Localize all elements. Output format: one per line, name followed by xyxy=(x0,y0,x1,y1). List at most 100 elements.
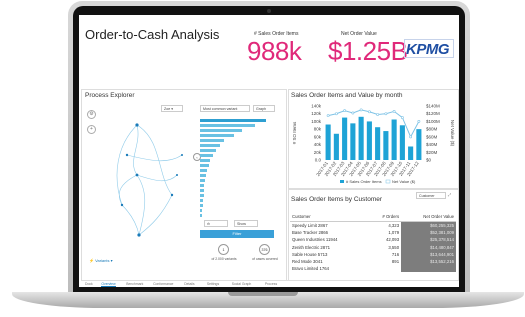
variant-bar[interactable] xyxy=(200,199,203,202)
settings-icon[interactable]: ⚙ xyxy=(87,110,96,119)
y-tick-label: 0.0 xyxy=(315,158,322,163)
value-cell xyxy=(401,265,456,273)
y2-tick-label: $100M xyxy=(426,119,440,124)
bar xyxy=(391,119,397,160)
table-row[interactable]: Red Mode 3041 891 $13,552,216 xyxy=(290,257,456,266)
line-point xyxy=(351,111,355,115)
y2-tick-label: $140M xyxy=(426,104,440,109)
variant-bar[interactable] xyxy=(200,189,204,192)
y2-tick-label: $40M xyxy=(426,142,438,147)
dashboard-screen: Order-to-Cash Analysis # Sales Order Ite… xyxy=(79,15,459,287)
tab-dock[interactable]: Dock xyxy=(85,282,93,286)
line-point xyxy=(367,110,371,114)
orders-cell: 4,323 xyxy=(388,223,400,229)
customer-cell: Bravo Limited 1764 xyxy=(292,266,330,272)
value-cell: $25,378,514 xyxy=(401,236,456,244)
graph-select[interactable]: Graph xyxy=(253,105,275,112)
bar xyxy=(325,124,331,160)
tab-overview[interactable]: Overview xyxy=(101,282,116,287)
variant-bar[interactable] xyxy=(200,129,242,132)
variant-bar[interactable] xyxy=(200,184,205,187)
line-point xyxy=(417,120,421,123)
sheet-tabs: Dock Overview Benchmark Conformance Details S… xyxy=(81,280,457,287)
kpmg-logo: KPMG xyxy=(406,41,450,58)
variants-link[interactable]: ⚡ Variants ▾ xyxy=(89,258,113,263)
value-cell: $14,480,847 xyxy=(401,243,456,251)
variant-bar[interactable] xyxy=(200,144,221,147)
column-header-value[interactable]: Net Order Value xyxy=(401,212,456,222)
variant-bar[interactable] xyxy=(200,124,255,127)
customer-filter-select[interactable]: Customer xyxy=(416,192,446,199)
series-line xyxy=(328,109,420,139)
show-button[interactable]: Show xyxy=(234,220,258,227)
bar xyxy=(383,131,389,160)
process-graph[interactable] xyxy=(107,115,197,255)
column-header-orders[interactable]: # Orders xyxy=(368,212,402,222)
tab-settings[interactable]: Settings xyxy=(207,282,219,286)
table-row[interactable]: Bravo Limited 1764 xyxy=(290,265,456,273)
variant-bar[interactable] xyxy=(200,209,203,212)
variant-bar[interactable] xyxy=(200,214,203,217)
customer-cell: Red Mode 3041 xyxy=(292,259,323,265)
customer-table-title: Sales Order Items by Customer xyxy=(291,196,383,203)
orders-cell: 1,079 xyxy=(388,230,400,236)
line-point xyxy=(326,114,330,118)
variant-bar[interactable] xyxy=(200,174,206,177)
variant-bar[interactable] xyxy=(200,204,203,207)
line-point xyxy=(409,135,413,139)
tab-social-graph[interactable]: Social Graph xyxy=(232,282,252,286)
laptop-notch xyxy=(228,292,298,296)
column-header-customer[interactable]: Customer xyxy=(290,212,369,222)
bar xyxy=(399,125,405,160)
table-row[interactable]: Sable House 5713 716 $13,644,901 xyxy=(290,250,456,258)
y-tick-label: 100k xyxy=(311,119,322,124)
zoom-select[interactable]: Zoe ▾ xyxy=(161,105,183,112)
table-row[interactable]: Queen Industries 11944 42,093 $25,378,514 xyxy=(290,236,456,244)
y-tick-label: 60k xyxy=(314,134,322,139)
legend-swatch xyxy=(340,180,344,183)
y2-tick-label: $0 xyxy=(426,158,432,163)
expand-icon[interactable]: + xyxy=(87,125,96,134)
tab-conformance[interactable]: Conformance xyxy=(153,282,173,286)
line-point xyxy=(400,116,404,119)
variant-bar[interactable] xyxy=(200,139,225,142)
bar xyxy=(333,133,339,160)
y-tick-label: 140k xyxy=(311,104,322,109)
y-tick-label: 120k xyxy=(311,111,322,116)
variant-bar[interactable] xyxy=(200,134,234,137)
customer-cell: Base Tracker 2866 xyxy=(292,230,329,236)
variant-bar[interactable] xyxy=(200,164,209,167)
orders-cell: 3,550 xyxy=(388,244,400,250)
apply-filter-button[interactable]: Filter xyxy=(200,230,274,238)
variant-bar[interactable] xyxy=(200,159,211,162)
variant-bar[interactable] xyxy=(200,169,208,172)
bar xyxy=(342,117,348,160)
value-cell: $13,552,216 xyxy=(401,257,456,266)
table-row[interactable]: Speedy Limit 2867 4,323 $60,255,325 xyxy=(290,221,456,230)
table-row[interactable]: Base Tracker 2866 1,079 $52,381,009 xyxy=(290,229,456,237)
camera-icon xyxy=(267,9,271,13)
table-row[interactable]: Zenith Electric 2871 3,550 $14,480,847 xyxy=(290,243,456,251)
customer-cell: Sable House 5713 xyxy=(292,251,328,257)
value-cell: $13,644,901 xyxy=(401,250,456,258)
tab-details[interactable]: Details xyxy=(184,282,194,286)
zoom-out-button[interactable]: ⊖ xyxy=(204,220,228,227)
variant-bar[interactable] xyxy=(200,194,204,197)
y2-tick-label: $120M xyxy=(426,111,440,116)
page-title: Order-to-Cash Analysis xyxy=(85,27,220,42)
variant-bar[interactable] xyxy=(200,119,267,122)
expand-icon[interactable]: ⤢ xyxy=(448,192,451,197)
variant-bar[interactable] xyxy=(200,149,216,152)
variant-bar[interactable] xyxy=(200,179,206,182)
y-tick-label: 40k xyxy=(314,142,322,147)
variant-select[interactable]: Most common variant xyxy=(200,105,250,112)
orders-cell: 891 xyxy=(391,259,400,265)
y2-tick-label: $20M xyxy=(426,150,438,155)
legend-label: Net Value ($) xyxy=(392,179,416,184)
bar xyxy=(408,146,414,160)
line-point xyxy=(343,109,347,113)
orders-cell xyxy=(368,265,401,272)
tab-benchmark[interactable]: Benchmark xyxy=(126,282,143,286)
tab-process[interactable]: Process xyxy=(265,282,277,286)
variant-bar[interactable] xyxy=(200,154,213,157)
